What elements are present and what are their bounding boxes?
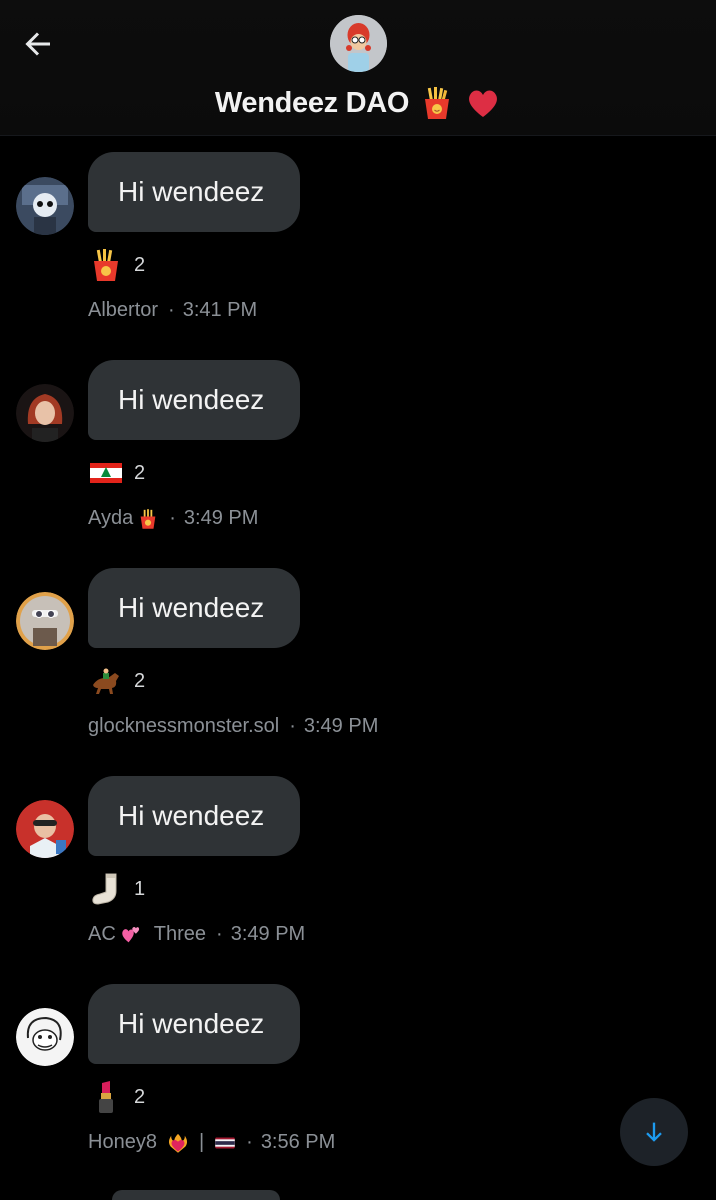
message-bubble[interactable]: Hi wendeez xyxy=(88,152,300,232)
message-item: Hi wendeez 1 AC Three · 3:49 PM xyxy=(0,776,716,976)
two-hearts-icon xyxy=(122,926,139,942)
avatar[interactable] xyxy=(16,800,74,858)
message-time: 3:41 PM xyxy=(182,299,258,321)
message-meta: AC Three · 3:49 PM xyxy=(88,923,305,946)
separator-dot: · xyxy=(168,299,175,321)
conversation-header: Wendeez DAO xyxy=(0,0,716,136)
reaction-count: 2 xyxy=(134,253,146,276)
reaction[interactable]: 2 xyxy=(88,663,145,699)
message-item: Hi wendeez 2 glocknessmonster.sol · 3:49… xyxy=(0,568,716,768)
message-meta: Honey8 | · 3:56 PM xyxy=(88,1131,335,1154)
sender-name[interactable]: AC xyxy=(88,923,116,946)
reaction[interactable]: 2 xyxy=(88,247,145,283)
message-bubble[interactable]: Hi wendeez xyxy=(88,776,300,856)
message-time: 3:56 PM xyxy=(260,1131,336,1153)
sender-name[interactable]: Albertor xyxy=(88,299,158,322)
message-time: 3:49 PM xyxy=(183,507,259,529)
lebanon-flag-icon xyxy=(90,463,122,483)
message-bubble[interactable]: Hi wendeez xyxy=(88,984,300,1064)
reaction-count: 2 xyxy=(134,461,146,484)
red-heart-icon xyxy=(469,90,498,117)
conversation-title-row[interactable]: Wendeez DAO xyxy=(0,80,716,126)
avatar[interactable] xyxy=(16,1008,74,1066)
fries-icon xyxy=(140,508,156,529)
message-meta: Ayda · 3:49 PM xyxy=(88,507,258,530)
reaction[interactable]: 1 xyxy=(88,871,145,907)
sender-extra: | xyxy=(198,1131,205,1153)
avatar[interactable] xyxy=(16,384,74,442)
sender-extra: Three xyxy=(153,923,207,945)
separator-dot: · xyxy=(246,1131,253,1153)
arrow-left-icon xyxy=(25,32,50,56)
reaction[interactable]: 2 xyxy=(88,455,145,491)
horse-racing-icon xyxy=(93,668,119,694)
socks-icon xyxy=(92,873,117,905)
reaction-count: 2 xyxy=(134,1085,146,1108)
avatar[interactable] xyxy=(16,177,74,235)
message-item: Hi wendeez 2 Honey8 | · 3:56 PM xyxy=(0,984,716,1184)
reaction-count: 1 xyxy=(134,877,146,900)
message-meta: glocknessmonster.sol · 3:49 PM xyxy=(88,715,378,738)
message-bubble[interactable]: Hi wendeez xyxy=(88,360,300,440)
arrow-down-icon xyxy=(646,1122,662,1142)
separator-dot: · xyxy=(169,507,176,529)
separator-dot: · xyxy=(216,923,223,945)
message-bubble[interactable] xyxy=(112,1190,280,1200)
message-bubble[interactable]: Hi wendeez xyxy=(88,568,300,648)
avatar[interactable] xyxy=(16,592,74,650)
conversation-title: Wendeez DAO xyxy=(214,86,410,119)
group-avatar[interactable] xyxy=(330,15,387,72)
message-time: 3:49 PM xyxy=(230,923,306,945)
heart-on-fire-icon xyxy=(168,1133,187,1153)
scroll-to-bottom-button[interactable] xyxy=(620,1098,688,1166)
sender-name[interactable]: glocknessmonster.sol xyxy=(88,715,279,738)
sender-name[interactable]: Ayda xyxy=(88,507,133,530)
reaction[interactable]: 2 xyxy=(88,1079,145,1115)
fries-icon xyxy=(94,249,118,281)
message-item: Hi wendeez 2 Albertor · 3:41 PM xyxy=(0,152,716,352)
separator-dot: · xyxy=(289,715,296,737)
fries-icon xyxy=(425,87,450,119)
message-time: 3:49 PM xyxy=(303,715,379,737)
back-button[interactable] xyxy=(16,22,60,66)
message-item: Hi wendeez 2 Ayda · 3:49 PM xyxy=(0,360,716,560)
sender-name[interactable]: Honey8 xyxy=(88,1131,157,1154)
reaction-count: 2 xyxy=(134,669,146,692)
thailand-flag-icon xyxy=(215,1137,235,1148)
lipstick-icon xyxy=(99,1081,113,1113)
message-meta: Albertor · 3:41 PM xyxy=(88,299,257,322)
